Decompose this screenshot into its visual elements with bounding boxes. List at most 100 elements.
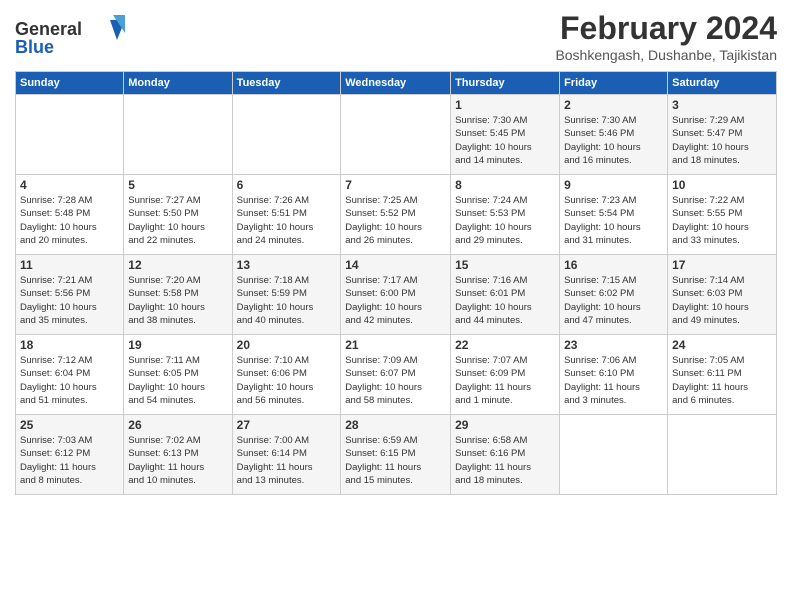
day-cell [124,95,232,175]
day-number: 1 [455,98,555,112]
day-cell: 27Sunrise: 7:00 AM Sunset: 6:14 PM Dayli… [232,415,341,495]
day-info: Sunrise: 6:59 AM Sunset: 6:15 PM Dayligh… [345,434,446,487]
day-info: Sunrise: 7:25 AM Sunset: 5:52 PM Dayligh… [345,194,446,247]
day-cell: 7 Sunrise: 7:25 AM Sunset: 5:52 PM Daylig… [341,175,451,255]
day-number: 21 [345,338,446,352]
day-number: 14 [345,258,446,272]
calendar-table: Sunday Monday Tuesday Wednesday Thursday… [15,71,777,495]
day-info: Sunrise: 7:28 AM Sunset: 5:48 PM Dayligh… [20,194,119,247]
day-number: 6 [237,178,337,192]
day-cell: 25Sunrise: 7:03 AM Sunset: 6:12 PM Dayli… [16,415,124,495]
col-tuesday: Tuesday [232,72,341,95]
day-info: Sunrise: 7:12 AM Sunset: 6:04 PM Dayligh… [20,354,119,407]
day-number: 12 [128,258,227,272]
day-cell: 20 Sunrise: 7:10 AM Sunset: 6:06 PM Dayli… [232,335,341,415]
day-number: 3 [672,98,772,112]
day-info: Sunrise: 7:10 AM Sunset: 6:06 PM Dayligh… [237,354,337,407]
day-info: Sunrise: 7:22 AM Sunset: 5:55 PM Dayligh… [672,194,772,247]
week-row-2: 4Sunrise: 7:28 AM Sunset: 5:48 PM Daylig… [16,175,777,255]
day-cell: 22Sunrise: 7:07 AM Sunset: 6:09 PM Dayli… [451,335,560,415]
day-info: Sunrise: 7:09 AM Sunset: 6:07 PM Dayligh… [345,354,446,407]
header-row: Sunday Monday Tuesday Wednesday Thursday… [16,72,777,95]
day-cell: 23 Sunrise: 7:06 AM Sunset: 6:10 PM Dayli… [560,335,668,415]
day-number: 8 [455,178,555,192]
day-cell: 29 Sunrise: 6:58 AM Sunset: 6:16 PM Dayli… [451,415,560,495]
day-cell: 28 Sunrise: 6:59 AM Sunset: 6:15 PM Dayli… [341,415,451,495]
day-cell [668,415,777,495]
day-cell: 18 Sunrise: 7:12 AM Sunset: 6:04 PM Dayli… [16,335,124,415]
day-info: Sunrise: 7:29 AM Sunset: 5:47 PM Dayligh… [672,114,772,167]
day-number: 5 [128,178,227,192]
day-cell: 5 Sunrise: 7:27 AM Sunset: 5:50 PM Daylig… [124,175,232,255]
day-number: 2 [564,98,663,112]
col-thursday: Thursday [451,72,560,95]
day-number: 22 [455,338,555,352]
logo-content: General Blue [15,15,125,62]
day-number: 19 [128,338,227,352]
week-row-5: 25Sunrise: 7:03 AM Sunset: 6:12 PM Dayli… [16,415,777,495]
day-info: Sunrise: 6:58 AM Sunset: 6:16 PM Dayligh… [455,434,555,487]
svg-text:General: General [15,19,82,39]
day-info: Sunrise: 7:30 AM Sunset: 5:46 PM Dayligh… [564,114,663,167]
svg-text:Blue: Blue [15,37,54,57]
day-info: Sunrise: 7:18 AM Sunset: 5:59 PM Dayligh… [237,274,337,327]
day-info: Sunrise: 7:26 AM Sunset: 5:51 PM Dayligh… [237,194,337,247]
logo: General Blue [15,15,125,62]
day-cell: 4Sunrise: 7:28 AM Sunset: 5:48 PM Daylig… [16,175,124,255]
day-number: 16 [564,258,663,272]
day-cell: 10 Sunrise: 7:22 AM Sunset: 5:55 PM Dayli… [668,175,777,255]
calendar-title: February 2024 [555,10,777,47]
day-cell: 26Sunrise: 7:02 AM Sunset: 6:13 PM Dayli… [124,415,232,495]
day-info: Sunrise: 7:24 AM Sunset: 5:53 PM Dayligh… [455,194,555,247]
day-cell: 1 Sunrise: 7:30 AM Sunset: 5:45 PM Daylig… [451,95,560,175]
day-cell [560,415,668,495]
day-cell: 24 Sunrise: 7:05 AM Sunset: 6:11 PM Dayli… [668,335,777,415]
day-number: 20 [237,338,337,352]
week-row-4: 18 Sunrise: 7:12 AM Sunset: 6:04 PM Dayli… [16,335,777,415]
day-cell: 15 Sunrise: 7:16 AM Sunset: 6:01 PM Dayli… [451,255,560,335]
col-friday: Friday [560,72,668,95]
day-info: Sunrise: 7:05 AM Sunset: 6:11 PM Dayligh… [672,354,772,407]
day-info: Sunrise: 7:30 AM Sunset: 5:45 PM Dayligh… [455,114,555,167]
day-info: Sunrise: 7:17 AM Sunset: 6:00 PM Dayligh… [345,274,446,327]
col-sunday: Sunday [16,72,124,95]
day-cell [16,95,124,175]
day-cell: 2 Sunrise: 7:30 AM Sunset: 5:46 PM Daylig… [560,95,668,175]
day-number: 13 [237,258,337,272]
day-info: Sunrise: 7:23 AM Sunset: 5:54 PM Dayligh… [564,194,663,247]
title-section: February 2024 Boshkengash, Dushanbe, Taj… [555,10,777,63]
day-cell: 16 Sunrise: 7:15 AM Sunset: 6:02 PM Dayli… [560,255,668,335]
col-saturday: Saturday [668,72,777,95]
day-number: 18 [20,338,119,352]
day-cell: 14 Sunrise: 7:17 AM Sunset: 6:00 PM Dayli… [341,255,451,335]
col-wednesday: Wednesday [341,72,451,95]
day-number: 7 [345,178,446,192]
day-info: Sunrise: 7:15 AM Sunset: 6:02 PM Dayligh… [564,274,663,327]
header: General Blue February 2024 Boshkengash, … [15,10,777,63]
day-cell: 12Sunrise: 7:20 AM Sunset: 5:58 PM Dayli… [124,255,232,335]
col-monday: Monday [124,72,232,95]
calendar-subtitle: Boshkengash, Dushanbe, Tajikistan [555,47,777,63]
day-number: 17 [672,258,772,272]
day-number: 29 [455,418,555,432]
day-number: 15 [455,258,555,272]
day-cell: 6 Sunrise: 7:26 AM Sunset: 5:51 PM Daylig… [232,175,341,255]
day-number: 28 [345,418,446,432]
day-info: Sunrise: 7:06 AM Sunset: 6:10 PM Dayligh… [564,354,663,407]
day-info: Sunrise: 7:27 AM Sunset: 5:50 PM Dayligh… [128,194,227,247]
week-row-1: 1 Sunrise: 7:30 AM Sunset: 5:45 PM Daylig… [16,95,777,175]
day-cell [232,95,341,175]
day-info: Sunrise: 7:11 AM Sunset: 6:05 PM Dayligh… [128,354,227,407]
day-number: 11 [20,258,119,272]
logo-svg: General Blue [15,15,125,57]
day-cell: 21 Sunrise: 7:09 AM Sunset: 6:07 PM Dayli… [341,335,451,415]
day-number: 24 [672,338,772,352]
day-number: 10 [672,178,772,192]
day-cell: 9Sunrise: 7:23 AM Sunset: 5:54 PM Daylig… [560,175,668,255]
day-number: 23 [564,338,663,352]
day-info: Sunrise: 7:16 AM Sunset: 6:01 PM Dayligh… [455,274,555,327]
page-container: General Blue February 2024 Boshkengash, … [0,0,792,505]
day-cell: 19 Sunrise: 7:11 AM Sunset: 6:05 PM Dayli… [124,335,232,415]
day-number: 26 [128,418,227,432]
day-cell: 8 Sunrise: 7:24 AM Sunset: 5:53 PM Daylig… [451,175,560,255]
